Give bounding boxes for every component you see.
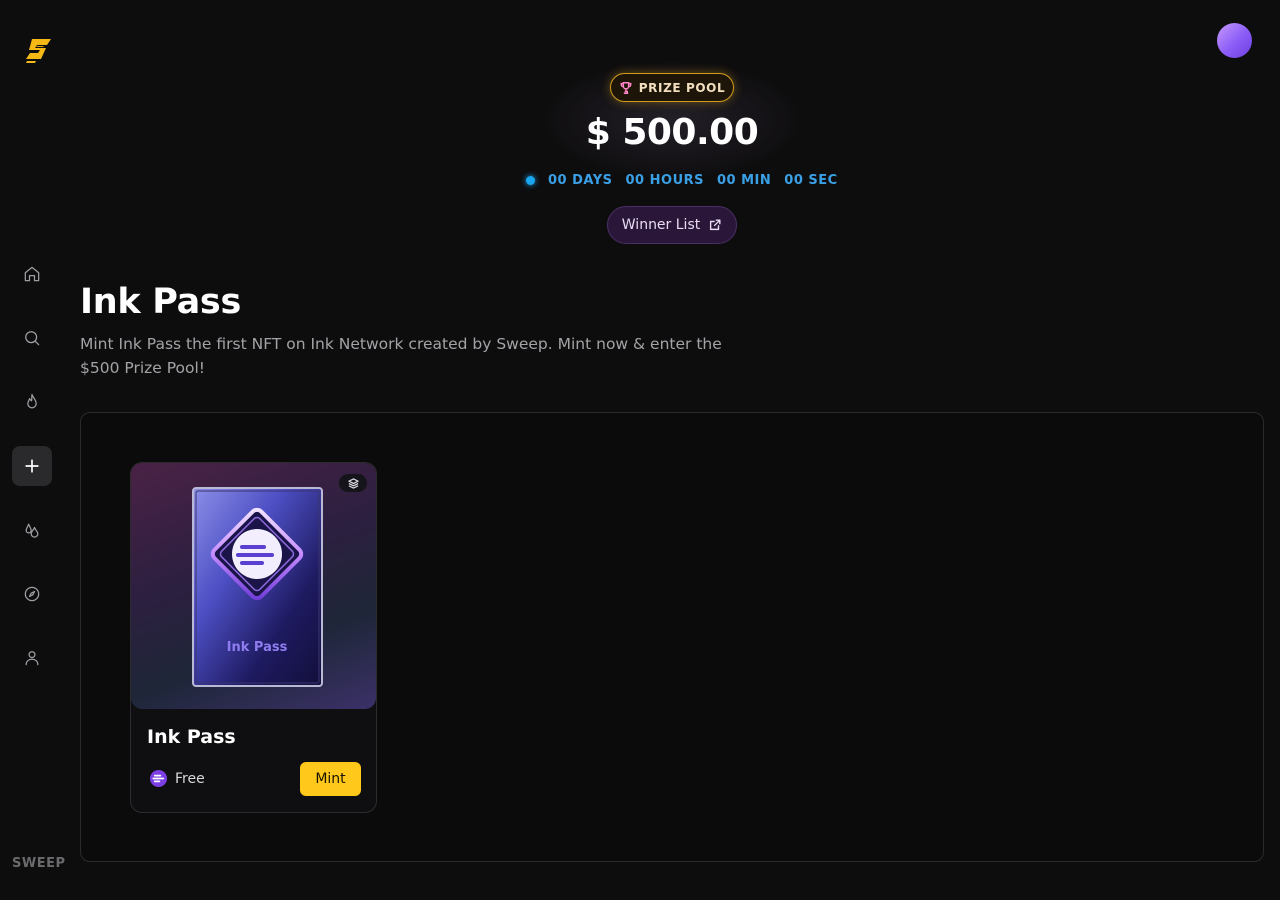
mint-button[interactable]: Mint	[300, 762, 361, 796]
sidebar-item-profile[interactable]	[12, 638, 52, 678]
flame-icon	[27, 393, 37, 409]
brand-footer: SWEEP	[12, 856, 66, 871]
sidebar-item-create[interactable]	[12, 446, 52, 486]
live-dot	[526, 175, 535, 185]
mint-button-label: Mint	[315, 771, 346, 787]
prize-pool-section: PRIZE POOL $ 500.00 00 DAYS 00 HOURS 00 …	[0, 0, 1280, 260]
winner-list-button[interactable]: Winner List	[607, 206, 737, 244]
nft-card-title: Ink Pass	[147, 726, 236, 748]
countdown-timer: 00 DAYS 00 HOURS 00 MIN 00 SEC	[526, 171, 838, 189]
drops-icon	[25, 523, 39, 538]
search-icon	[25, 331, 40, 346]
trophy-icon	[620, 81, 632, 94]
winner-list-label: Winner List	[621, 217, 701, 233]
sidebar-item-trending[interactable]	[12, 382, 52, 422]
user-icon	[25, 651, 39, 666]
price-label: Free	[175, 770, 205, 787]
sidebar-item-search[interactable]	[12, 318, 52, 358]
countdown-sec: 00 SEC	[784, 172, 838, 188]
prize-amount: $ 500.00	[585, 112, 759, 153]
collection-panel: Ink Pass Ink Pass Free Mint	[80, 412, 1264, 862]
external-link-icon	[710, 219, 721, 231]
nft-image[interactable]: Ink Pass	[131, 463, 376, 709]
countdown-hours: 00 HOURS	[625, 172, 704, 188]
prize-pool-badge: PRIZE POOL	[610, 73, 734, 102]
compass-icon	[24, 586, 40, 602]
ink-network-icon	[149, 769, 168, 788]
collection-badge	[339, 474, 367, 492]
ink-pass-artwork: Ink Pass	[192, 487, 323, 687]
plus-icon	[25, 459, 39, 473]
prize-pool-label: PRIZE POOL	[638, 80, 726, 95]
sidebar-item-explore[interactable]	[12, 574, 52, 614]
page-title: Ink Pass	[80, 282, 241, 322]
nft-art-label: Ink Pass	[227, 640, 288, 655]
page-description: Mint Ink Pass the first NFT on Ink Netwo…	[80, 335, 722, 377]
home-icon	[24, 266, 40, 282]
countdown-min: 00 MIN	[717, 172, 772, 188]
sidebar-item-drops[interactable]	[12, 510, 52, 550]
layers-icon	[347, 477, 359, 489]
sidebar-item-home[interactable]	[12, 254, 52, 294]
countdown-days: 00 DAYS	[548, 172, 613, 188]
nft-card[interactable]: Ink Pass Ink Pass Free Mint	[130, 462, 377, 813]
price-row: Free	[149, 769, 205, 788]
